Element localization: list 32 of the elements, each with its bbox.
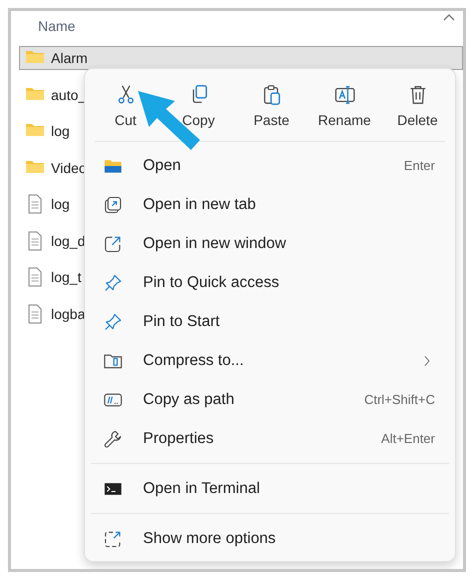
menu-item[interactable]: Open in new window [95,224,445,263]
column-header[interactable]: Name [38,18,76,34]
file-name[interactable]: Alarm [51,50,88,66]
rename-icon [334,84,356,106]
pin-icon [103,272,123,292]
new-tab-icon [103,194,123,214]
menu-item[interactable]: Copy as path Ctrl+Shift+C [95,380,445,419]
file-name[interactable]: log [51,123,70,139]
file-name[interactable]: log [51,196,70,212]
chevron-up-icon[interactable] [443,14,455,21]
toolbar-button[interactable]: Paste [235,75,308,137]
menu-item[interactable]: Open in Terminal [95,469,445,508]
shortcut-text: Enter [404,158,435,173]
menu-item[interactable]: Pin to Start [95,302,445,341]
file-name[interactable]: logba [51,306,86,322]
menu-item[interactable]: Open Enter [95,146,445,185]
menu-item[interactable]: Pin to Quick access [95,263,445,302]
menu-item[interactable]: Properties Alt+Enter [95,419,445,458]
shortcut-text: Ctrl+Shift+C [364,392,435,407]
menu-item[interactable]: Show more options [95,519,445,558]
toolbar-button[interactable]: Delete [381,75,454,137]
file-name[interactable]: auto_ [51,86,86,102]
wrench-icon [103,428,123,448]
file-name[interactable]: log_d [51,232,86,248]
toolbar-button[interactable]: Rename [308,75,381,137]
menu-item[interactable]: Open in new tab [95,185,445,224]
toolbar-button[interactable]: Cut [89,75,162,137]
selected-row[interactable]: Alarm [19,46,463,70]
file-name[interactable]: log_t [51,269,82,285]
pin-icon [103,312,123,332]
menu-item[interactable]: Compress to... [95,341,445,380]
shortcut-text: Alt+Enter [381,431,435,446]
